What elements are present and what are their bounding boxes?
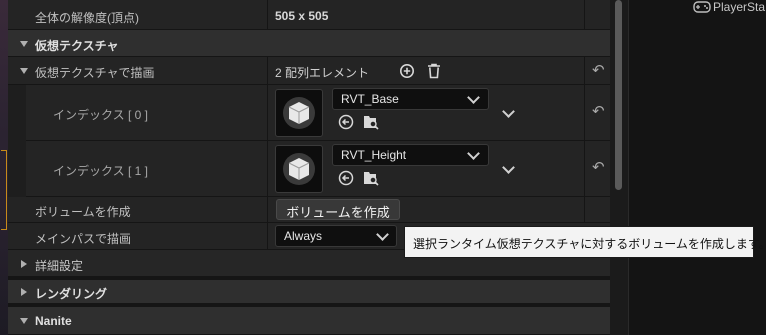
- resolution-value: 505 x 505: [275, 9, 329, 23]
- asset-thumbnail[interactable]: [275, 89, 323, 137]
- scrollbar[interactable]: [610, 0, 628, 335]
- index-1-label: インデックス [ 1 ]: [53, 164, 148, 178]
- create-volume-button[interactable]: ボリュームを作成: [276, 199, 400, 220]
- asset-thumbnail[interactable]: [275, 145, 323, 193]
- rendering-label: レンダリング: [35, 287, 108, 301]
- vt-category-label: 仮想テクスチャ: [35, 39, 119, 53]
- row-create-volume: ボリュームを作成 ボリュームを作成: [8, 197, 610, 223]
- add-icon[interactable]: [399, 63, 415, 79]
- create-volume-label: ボリュームを作成: [35, 205, 131, 219]
- asset-name-1: RVT_Height: [341, 148, 407, 162]
- chevron-down-icon: [376, 228, 389, 241]
- nanite-label: Nanite: [35, 314, 72, 328]
- browse-icon[interactable]: [362, 169, 380, 190]
- reset-arrow-icon[interactable]: ↶: [592, 61, 605, 79]
- chevron-down-icon[interactable]: [502, 161, 515, 174]
- scrollbar-thumb[interactable]: [615, 0, 622, 190]
- index-0-label: インデックス [ 0 ]: [53, 108, 148, 122]
- array-count: 2 配列エレメント: [275, 66, 370, 80]
- row-draw-in-vt: 仮想テクスチャで描画 2 配列エレメント ↶: [8, 57, 610, 85]
- draw-main-pass-label: メインパスで描画: [35, 232, 132, 246]
- chevron-down-icon: [467, 147, 480, 160]
- details-panel: 全体の解像度(頂点) 505 x 505 仮想テクスチャ 仮想テクスチャで描画 …: [8, 0, 610, 335]
- main-pass-combo[interactable]: Always: [275, 225, 397, 247]
- chevron-down-icon: [467, 91, 480, 104]
- main-pass-value: Always: [284, 229, 323, 243]
- outliner-item-label[interactable]: PlayerSta: [713, 0, 765, 14]
- outliner-panel: PlayerSta: [628, 0, 766, 335]
- use-selected-icon[interactable]: [338, 170, 354, 189]
- row-index-1: インデックス [ 1 ] RVT_Height ↶: [8, 141, 610, 197]
- advanced-label: 詳細設定: [35, 259, 84, 273]
- expand-arrow-icon[interactable]: [21, 288, 27, 296]
- reset-arrow-icon[interactable]: ↶: [592, 158, 605, 176]
- selection-highlight: [1, 150, 7, 230]
- trash-icon[interactable]: [426, 62, 442, 80]
- asset-combo-1[interactable]: RVT_Height: [332, 144, 489, 166]
- expand-arrow-icon[interactable]: [20, 68, 28, 74]
- category-virtual-texture[interactable]: 仮想テクスチャ: [8, 30, 610, 57]
- category-rendering[interactable]: レンダリング: [8, 277, 610, 304]
- expand-arrow-icon[interactable]: [21, 260, 27, 268]
- browse-icon[interactable]: [362, 113, 380, 134]
- row-index-0: インデックス [ 0 ] RVT_Base ↶: [8, 85, 610, 141]
- gamepad-icon: [693, 0, 711, 17]
- reset-arrow-icon[interactable]: ↶: [592, 102, 605, 120]
- collapse-arrow-icon[interactable]: [20, 41, 28, 47]
- tooltip: 選択ランタイム仮想テクスチャに対するボリュームを作成します。: [404, 226, 766, 258]
- draw-in-vt-label: 仮想テクスチャで描画: [35, 66, 155, 80]
- collapse-arrow-icon[interactable]: [20, 318, 28, 324]
- viewport-edge: [0, 0, 8, 335]
- category-nanite[interactable]: Nanite: [8, 304, 610, 335]
- asset-name-0: RVT_Base: [341, 92, 399, 106]
- asset-combo-0[interactable]: RVT_Base: [332, 88, 489, 110]
- row-resolution: 全体の解像度(頂点) 505 x 505: [8, 0, 610, 30]
- resolution-label: 全体の解像度(頂点): [35, 11, 139, 25]
- chevron-down-icon[interactable]: [502, 105, 515, 118]
- use-selected-icon[interactable]: [338, 114, 354, 133]
